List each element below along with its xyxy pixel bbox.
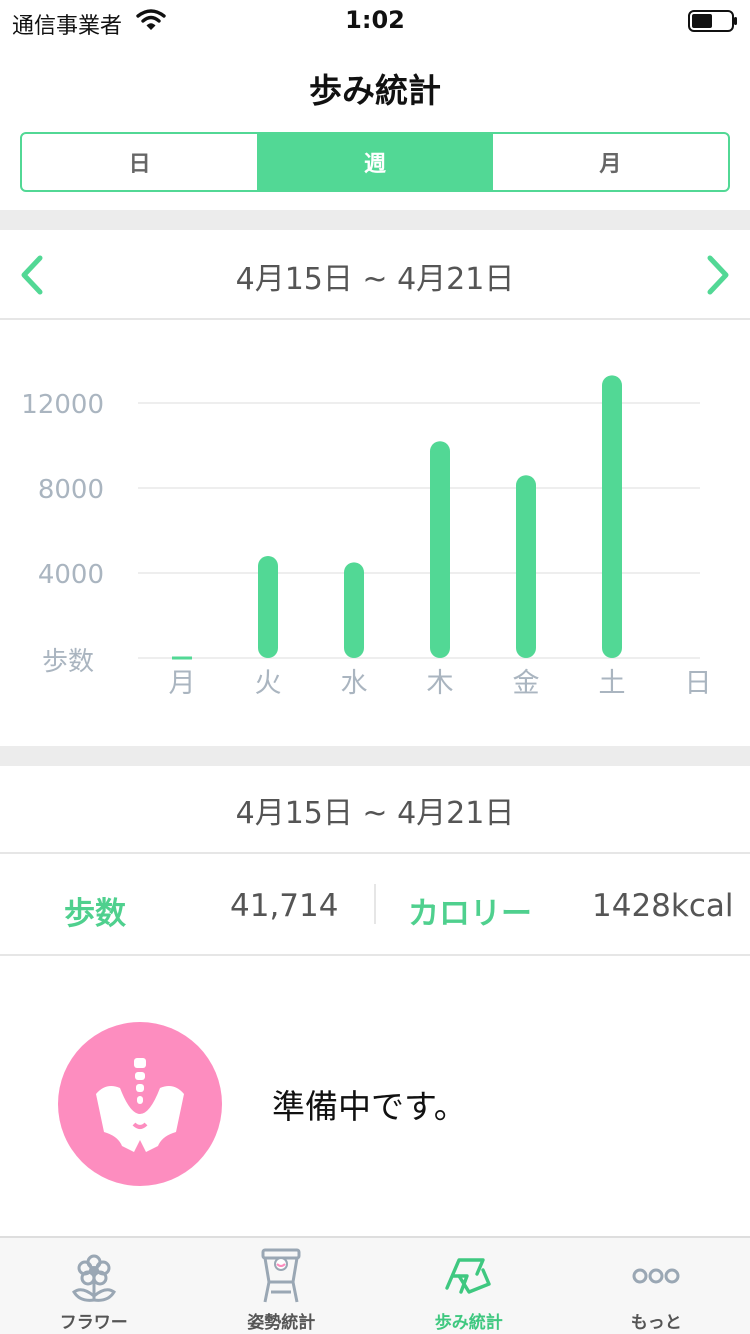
x-tick-label: 金 bbox=[513, 668, 540, 699]
steps-chart-icon bbox=[445, 1258, 491, 1294]
summary-range: 4月15日 ~ 4月21日 bbox=[0, 766, 750, 854]
section-divider bbox=[0, 746, 750, 766]
page-title: 歩み統計 bbox=[309, 71, 441, 110]
x-tick-label: 木 bbox=[427, 668, 454, 699]
tab-label: もっと bbox=[630, 1313, 682, 1333]
tab-label: 姿勢統計 bbox=[247, 1313, 316, 1333]
tab-label: フラワー bbox=[59, 1313, 128, 1333]
flower-icon bbox=[71, 1254, 116, 1302]
summary-range-label: 4月15日 ~ 4月21日 bbox=[235, 796, 515, 831]
summary-stats: 歩数 41,714 カロリー 1428kcal bbox=[0, 856, 750, 956]
y-tick-label: 12000 bbox=[21, 390, 104, 420]
posture-chart-icon bbox=[261, 1248, 301, 1303]
tab-week[interactable]: 週 bbox=[257, 134, 493, 190]
steps-value: 41,714 bbox=[230, 888, 339, 924]
period-segmented-control: 日 週 月 bbox=[20, 132, 730, 192]
steps-label: 歩数 bbox=[64, 896, 126, 932]
more-icon bbox=[632, 1268, 680, 1284]
chart-bar bbox=[430, 441, 450, 658]
date-range-navigator: 4月15日 ~ 4月21日 bbox=[0, 230, 750, 320]
tab-month[interactable]: 月 bbox=[493, 134, 728, 190]
x-tick-label: 月 bbox=[169, 668, 196, 699]
section-divider bbox=[0, 210, 750, 230]
steps-bar-chart: 12000 8000 4000 歩数月 火 水 木 金 土 日 bbox=[21, 375, 712, 699]
tab-steps-stats[interactable]: 歩み統計 bbox=[375, 1238, 563, 1334]
pelvis-icon bbox=[96, 1058, 184, 1152]
tab-more[interactable]: もっと bbox=[563, 1238, 750, 1334]
tab-day[interactable]: 日 bbox=[22, 134, 257, 190]
date-range-label: 4月15日 ~ 4月21日 bbox=[235, 262, 515, 297]
x-tick-label: 水 bbox=[341, 668, 368, 699]
chevron-right-icon[interactable] bbox=[690, 250, 740, 300]
chart-bar bbox=[344, 562, 364, 658]
chart-bar bbox=[602, 375, 622, 658]
chart-bar bbox=[258, 556, 278, 658]
x-tick-label: 火 bbox=[255, 668, 282, 699]
tab-flower[interactable]: フラワー bbox=[0, 1238, 188, 1334]
status-bar: 通信事業者 1:02 bbox=[0, 0, 750, 40]
y-tick-label: 8000 bbox=[38, 475, 104, 505]
y-axis-label: 歩数 bbox=[42, 647, 94, 677]
x-tick-label: 日 bbox=[685, 668, 712, 699]
battery-icon bbox=[688, 10, 737, 32]
chart-bar bbox=[516, 475, 536, 658]
stats-divider bbox=[374, 884, 376, 924]
calories-value: 1428kcal bbox=[592, 888, 734, 924]
bottom-tab-bar: フラワー 姿勢統計 歩み統計 もっと bbox=[0, 1236, 750, 1334]
x-tick-label: 土 bbox=[599, 668, 626, 699]
weekly-steps-chart: 12000 8000 4000 歩数月 火 水 木 金 土 日 bbox=[0, 322, 750, 746]
coming-soon-text: 準備中です。 bbox=[272, 1087, 467, 1126]
notice-illustration bbox=[58, 1022, 222, 1186]
tab-posture-stats[interactable]: 姿勢統計 bbox=[188, 1238, 376, 1334]
y-tick-label: 4000 bbox=[38, 560, 104, 590]
status-clock: 1:02 bbox=[345, 6, 405, 34]
calories-label: カロリー bbox=[408, 896, 532, 932]
tab-label: 歩み統計 bbox=[434, 1313, 503, 1333]
coming-soon-notice: 準備中です。 bbox=[0, 958, 750, 1236]
